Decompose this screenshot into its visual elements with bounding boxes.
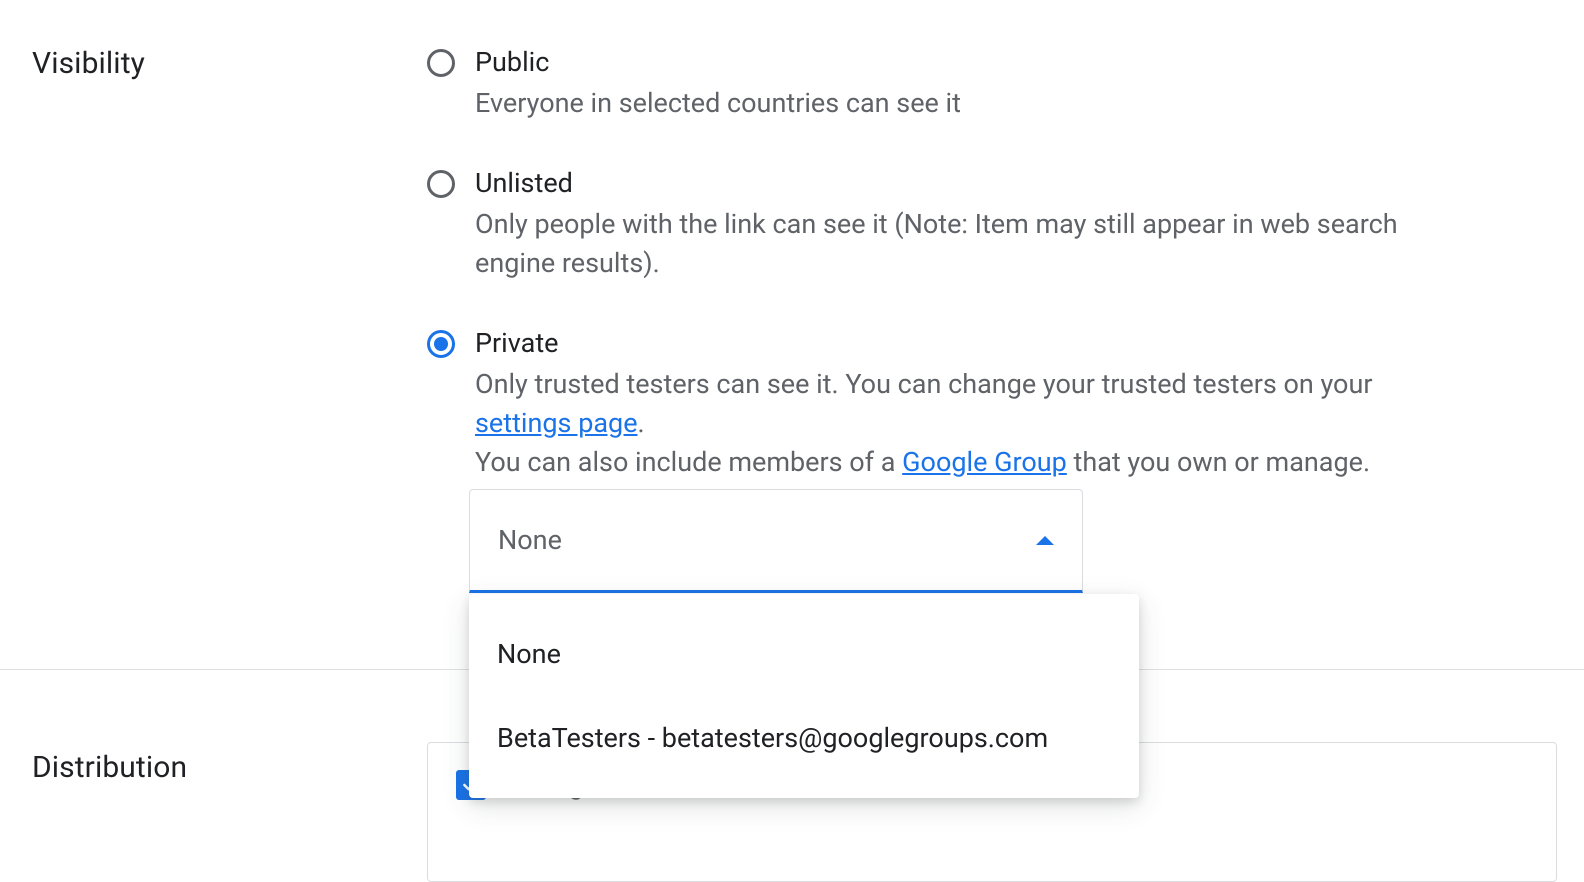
radio-unlisted[interactable] <box>427 170 455 198</box>
option-title: Public <box>475 46 1427 80</box>
option-desc: Everyone in selected countries can see i… <box>475 84 1427 123</box>
distribution-section-label: Distribution <box>32 750 187 785</box>
option-title: Private <box>475 327 1427 361</box>
dropdown-item-betatesters[interactable]: BetaTesters - betatesters@googlegroups.c… <box>469 706 1139 770</box>
caret-up-icon <box>1036 536 1054 545</box>
radio-public[interactable] <box>427 49 455 77</box>
option-desc: Only people with the link can see it (No… <box>475 205 1427 283</box>
dropdown-item-none[interactable]: None <box>469 622 1139 686</box>
visibility-section-label: Visibility <box>32 46 145 81</box>
group-select[interactable]: None <box>469 489 1083 593</box>
desc-text: You can also include members of a <box>475 446 902 478</box>
visibility-option-unlisted[interactable]: Unlisted Only people with the link can s… <box>427 167 1427 283</box>
settings-page-link[interactable]: settings page <box>475 407 638 439</box>
google-group-link[interactable]: Google Group <box>902 446 1067 478</box>
group-select-dropdown: None BetaTesters - betatesters@googlegro… <box>469 594 1139 798</box>
visibility-option-private[interactable]: Private Only trusted testers can see it.… <box>427 327 1427 482</box>
option-body: Private Only trusted testers can see it.… <box>475 327 1427 482</box>
option-body: Public Everyone in selected countries ca… <box>475 46 1427 123</box>
option-body: Unlisted Only people with the link can s… <box>475 167 1427 283</box>
desc-text: . <box>638 407 645 439</box>
option-desc: Only trusted testers can see it. You can… <box>475 365 1427 482</box>
desc-text: Only trusted testers can see it. You can… <box>475 368 1373 400</box>
visibility-option-public[interactable]: Public Everyone in selected countries ca… <box>427 46 1427 123</box>
group-select-value: None <box>498 524 1036 556</box>
desc-text: that you own or manage. <box>1067 446 1370 478</box>
option-title: Unlisted <box>475 167 1427 201</box>
radio-private[interactable] <box>427 330 455 358</box>
visibility-options: Public Everyone in selected countries ca… <box>427 46 1427 526</box>
